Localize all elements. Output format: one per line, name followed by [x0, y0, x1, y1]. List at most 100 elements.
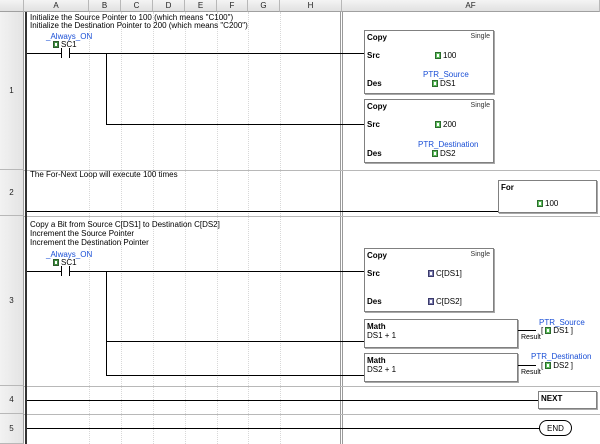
bit-icon: [53, 259, 59, 266]
math-2-result-nickname: PTR_Destination: [531, 352, 592, 361]
contact-left-bar: [61, 266, 62, 276]
src-value: 200: [435, 120, 456, 129]
for-value: 100: [537, 199, 558, 208]
des-label: Des: [367, 297, 382, 306]
rung-3-branch-math-1: [106, 341, 364, 342]
rung-separator: [24, 414, 600, 415]
result-value-text: DS2: [553, 361, 569, 370]
rung-3-wire-a: [27, 271, 61, 272]
rung-3-branch-vertical: [106, 271, 107, 375]
contact-left-bar: [61, 48, 62, 58]
result-value-text: DS1: [553, 326, 569, 335]
column-header-b[interactable]: B: [89, 0, 121, 12]
math-2-result-label: Result: [521, 369, 541, 376]
rung-3-wire-b: [70, 271, 364, 272]
des-nickname: PTR_Destination: [418, 140, 479, 149]
math-instruction-2[interactable]: Math DS2 + 1: [364, 353, 518, 382]
column-header-h[interactable]: H: [280, 0, 342, 12]
des-value: DS2: [432, 149, 456, 158]
column-header-af[interactable]: AF: [342, 0, 600, 12]
rung-3-branch-math-2: [106, 375, 364, 376]
copy-mode: Single: [470, 251, 490, 258]
math-title: Math: [367, 322, 386, 331]
src-label: Src: [367, 51, 380, 60]
constant-icon: [435, 121, 441, 128]
des-value-text: DS1: [440, 79, 456, 88]
left-power-rail: [25, 12, 27, 444]
output-column-divider: [340, 12, 343, 444]
des-nickname: PTR_Source: [423, 70, 469, 79]
copy-instruction-2[interactable]: Copy Single Src 200 PTR_Destination Des …: [364, 99, 494, 163]
next-instruction[interactable]: NEXT: [538, 391, 597, 409]
math-title: Math: [367, 356, 386, 365]
row-number-1[interactable]: 1: [0, 12, 24, 170]
rung-separator: [24, 216, 600, 217]
copy-instruction-1[interactable]: Copy Single Src 100 PTR_Source Des DS1: [364, 30, 494, 94]
end-label: END: [547, 423, 564, 433]
column-header-d[interactable]: D: [153, 0, 185, 12]
math-2-result-wire: [518, 365, 536, 366]
des-value: DS1: [432, 79, 456, 88]
math-1-result: [ DS1 ]: [541, 326, 573, 335]
math-expression: DS2 + 1: [367, 365, 397, 374]
src-label: Src: [367, 120, 380, 129]
des-value-text: C[DS2]: [436, 297, 462, 306]
math-1-result-wire: [518, 330, 536, 331]
rung-3-comment-line-1: Copy a Bit from Source C[DS1] to Destina…: [30, 220, 220, 229]
row-number-2[interactable]: 2: [0, 170, 24, 216]
row-number-4[interactable]: 4: [0, 386, 24, 414]
copy-instruction-3[interactable]: Copy Single Src C[DS1] Des C[DS2]: [364, 248, 494, 312]
bracket-left: [: [541, 361, 544, 370]
column-header-e[interactable]: E: [185, 0, 217, 12]
register-icon: [432, 80, 438, 87]
des-label: Des: [367, 149, 382, 158]
grid-line: [280, 12, 281, 444]
row-number-3[interactable]: 3: [0, 216, 24, 386]
end-coil[interactable]: END: [539, 420, 572, 436]
rung-4-wire: [27, 400, 539, 401]
math-expression: DS1 + 1: [367, 331, 397, 340]
src-label: Src: [367, 269, 380, 278]
math-2-result: [ DS2 ]: [541, 361, 573, 370]
column-header-g[interactable]: G: [248, 0, 280, 12]
rung-3-comment-line-3: Increment the Destination Pointer: [30, 238, 149, 247]
des-label: Des: [367, 79, 382, 88]
rung-1-wire-a: [27, 53, 61, 54]
for-value-text: 100: [545, 199, 559, 208]
grid-line: [248, 12, 249, 444]
rung-2-comment: The For-Next Loop will execute 100 times: [30, 170, 178, 179]
next-title: NEXT: [541, 394, 563, 403]
rung-1-wire-b: [70, 53, 364, 54]
src-value-text: 200: [443, 120, 457, 129]
register-icon: [545, 362, 552, 369]
bit-icon: [53, 41, 59, 48]
constant-icon: [435, 52, 441, 59]
for-instruction[interactable]: For 100: [498, 180, 597, 213]
src-value-text: C[DS1]: [436, 269, 462, 278]
copy-title: Copy: [367, 251, 387, 260]
row-number-5[interactable]: 5: [0, 414, 24, 444]
corner-cell: [0, 0, 24, 12]
rung-1-branch-vertical: [106, 53, 107, 124]
constant-icon: [537, 200, 543, 207]
bracket-right: ]: [570, 326, 574, 335]
column-header-c[interactable]: C: [121, 0, 153, 12]
rung-3-comment-line-2: Increment the Source Pointer: [30, 229, 135, 238]
copy-title: Copy: [367, 33, 387, 42]
pointer-icon: [428, 298, 434, 305]
math-instruction-1[interactable]: Math DS1 + 1: [364, 319, 518, 348]
copy-title: Copy: [367, 102, 387, 111]
column-header-f[interactable]: F: [217, 0, 248, 12]
rung-1-branch-horizontal: [106, 124, 364, 125]
bracket-left: [: [541, 326, 544, 335]
des-value-text: DS2: [440, 149, 456, 158]
src-value: C[DS1]: [428, 269, 462, 278]
rung-2-wire: [27, 211, 499, 212]
column-header-a[interactable]: A: [24, 0, 89, 12]
copy-mode: Single: [470, 33, 490, 40]
register-icon: [545, 327, 552, 334]
math-1-result-label: Result: [521, 334, 541, 341]
rung-5-wire: [27, 428, 540, 429]
rung-1-comment-line-2: Initialize the Destination Pointer to 20…: [30, 21, 248, 30]
src-value-text: 100: [443, 51, 457, 60]
